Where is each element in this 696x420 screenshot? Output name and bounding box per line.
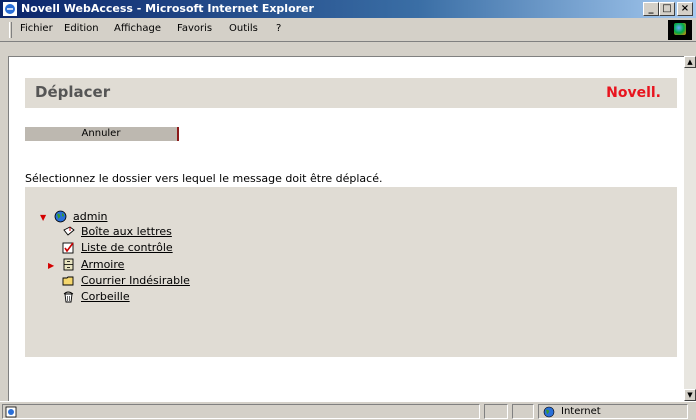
novell-logo: Novell. [606,85,661,101]
page-viewport: Déplacer Novell. Annuler Sélectionnez le… [8,56,684,401]
checklist-icon [62,242,74,254]
folder-link-cabinet[interactable]: Armoire [81,258,124,271]
page-title: Déplacer [35,83,111,101]
globe-icon [54,210,67,223]
status-pane-1 [484,404,508,419]
ie-logo-icon [668,20,692,40]
maximize-button[interactable]: □ [659,2,675,16]
menu-outils[interactable]: Outils [229,23,258,34]
page-icon [5,406,17,418]
trash-icon [63,291,74,303]
folder-link-mailbox[interactable]: Boîte aux lettres [81,225,172,238]
menu-bar: Fichier Edition Affichage Favoris Outils… [0,18,696,42]
scroll-up-icon[interactable]: ▲ [684,56,696,68]
close-button[interactable]: × [677,2,693,16]
cancel-button[interactable]: Annuler [25,127,179,141]
menu-fichier[interactable]: Fichier [20,23,53,34]
status-zone-pane: Internet [538,404,688,419]
menu-affichage[interactable]: Affichage [114,23,161,34]
status-bar: Internet [0,401,696,420]
folder-tree-panel: ▼ admin Boîte aux lettres Liste de contr… [25,187,677,357]
folder-icon [62,276,74,286]
expanded-arrow-icon[interactable]: ▼ [40,213,46,222]
menu-help[interactable]: ? [276,23,281,34]
mailbox-icon [63,226,75,236]
window-title-bar[interactable]: Novell WebAccess - Microsoft Internet Ex… [0,0,696,18]
internet-zone-icon [543,406,555,418]
page-header: Déplacer Novell. [25,78,677,108]
folder-link-checklist[interactable]: Liste de contrôle [81,241,173,254]
zone-label: Internet [561,406,601,417]
collapsed-arrow-icon[interactable]: ▶ [48,261,54,270]
folder-link-trash[interactable]: Corbeille [81,290,130,303]
folder-link-junk[interactable]: Courrier Indésirable [81,274,190,287]
menu-favoris[interactable]: Favoris [177,23,212,34]
cabinet-icon [63,258,74,271]
scroll-down-icon[interactable]: ▼ [684,389,696,401]
minimize-button[interactable]: _ [643,2,659,16]
instruction-text: Sélectionnez le dossier vers lequel le m… [25,172,383,185]
folder-link-admin[interactable]: admin [73,210,107,223]
toolbar-grip[interactable] [9,22,12,38]
ie-app-icon[interactable] [3,2,17,16]
status-pane-2 [512,404,534,419]
menu-edition[interactable]: Edition [64,23,99,34]
window-title: Novell WebAccess - Microsoft Internet Ex… [21,2,314,15]
vertical-scrollbar[interactable]: ▲ ▼ [684,56,696,401]
status-main-pane [2,404,480,419]
